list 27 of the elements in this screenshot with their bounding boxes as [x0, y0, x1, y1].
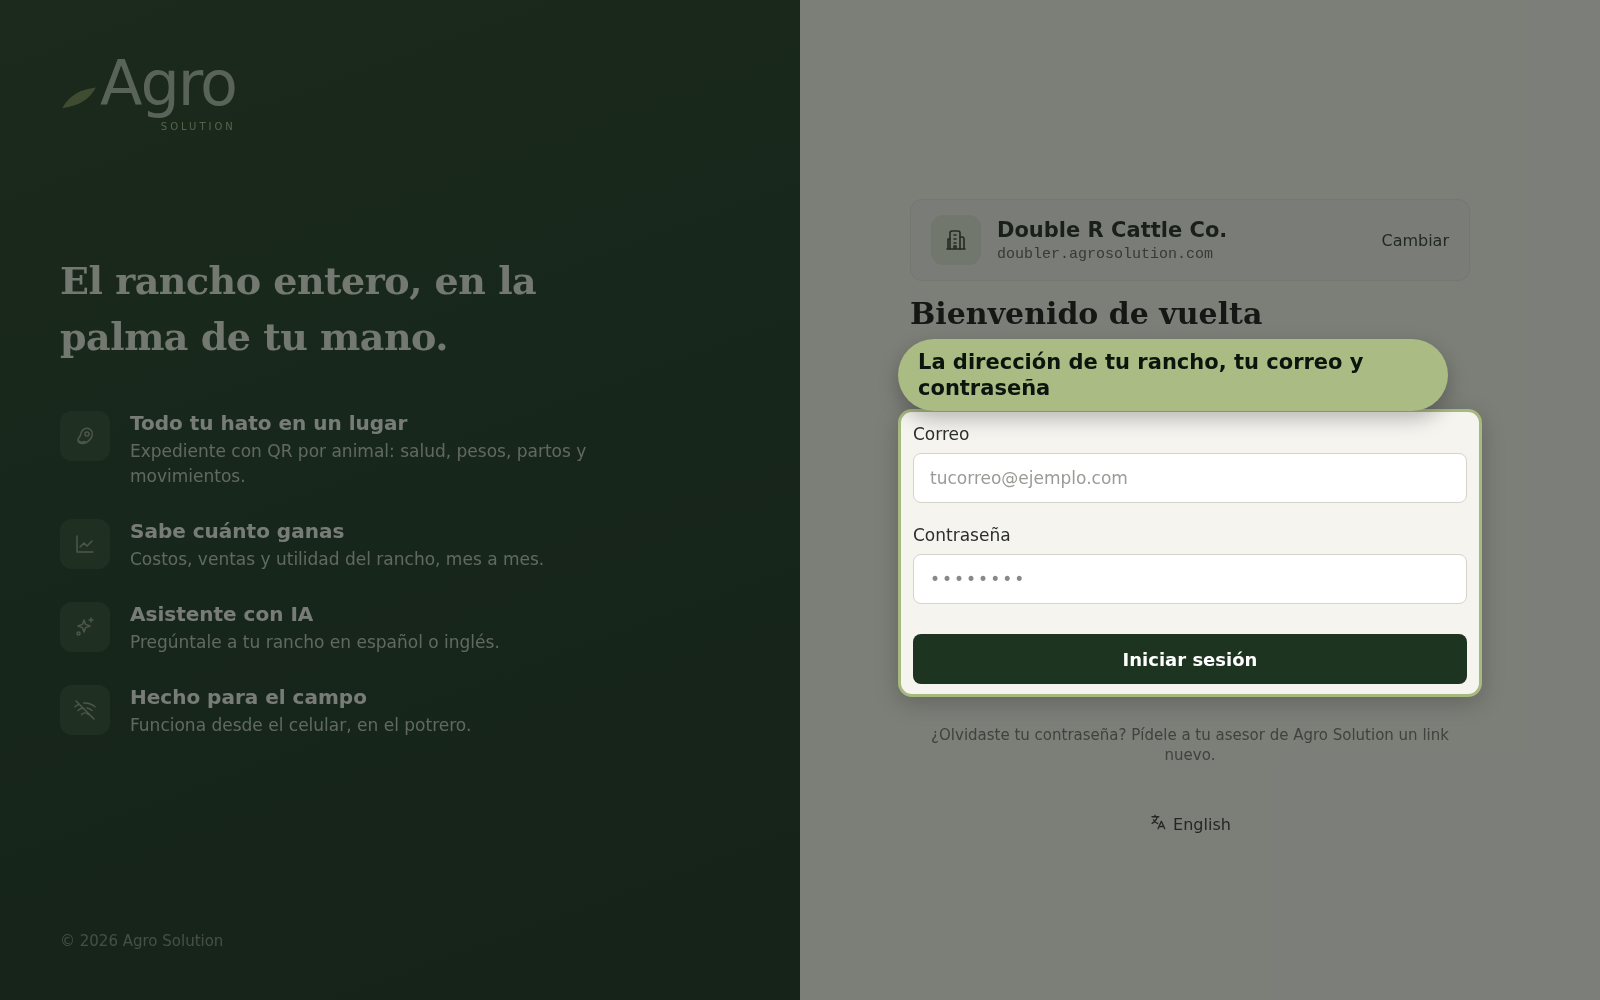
field-label: Contraseña [913, 525, 1012, 545]
sparkles-icon [60, 602, 110, 652]
headline: El rancho entero, en la palma de tu mano. [60, 257, 538, 361]
field-label: Correo [913, 424, 971, 444]
feature-title: Sabe cuánto ganas [130, 519, 346, 543]
welcome-heading: Bienvenido de vuelta [910, 295, 1264, 333]
forgot-password-text: ¿Olvidaste tu contraseña? Pídele a tu asesor de Agro Solution un link nuevo. [930, 725, 1450, 765]
change-link[interactable]: Cambiar [1381, 230, 1449, 250]
sign-in-button[interactable]: Iniciar sesión [913, 634, 1467, 684]
logo-tagline: SOLUTION [160, 121, 236, 133]
feature-title: Todo tu hato en un lugar [130, 411, 409, 435]
email-field[interactable]: tucorreo@ejemplo.com [913, 453, 1467, 503]
feature-title: Hecho para el campo [130, 685, 368, 709]
line-chart-icon [60, 519, 110, 569]
feature-description: Costos, ventas y utilidad del rancho, mes a mes. [130, 548, 546, 571]
tour-tooltip: La dirección de tu rancho, tu correo y contraseña [898, 339, 1448, 411]
password-field[interactable]: •••••••• [913, 554, 1467, 604]
ranch-domain: doubler.agrosolution.com [997, 245, 1215, 263]
feature-description: Expediente con QR por animal: salud, pesos, partos y movimientos. [130, 440, 588, 488]
ranch-name: Double R Cattle Co. [997, 217, 1229, 242]
wifi-off-icon [60, 685, 110, 735]
feature-title: Asistente con IA [130, 602, 315, 626]
feature-description: Pregúntale a tu rancho en español o inglés. [130, 631, 501, 654]
building-icon [931, 215, 981, 265]
steak-icon [60, 411, 110, 461]
language-link[interactable]: English [1149, 813, 1231, 835]
feature-description: Funciona desde el celular, en el potrero. [130, 714, 473, 737]
